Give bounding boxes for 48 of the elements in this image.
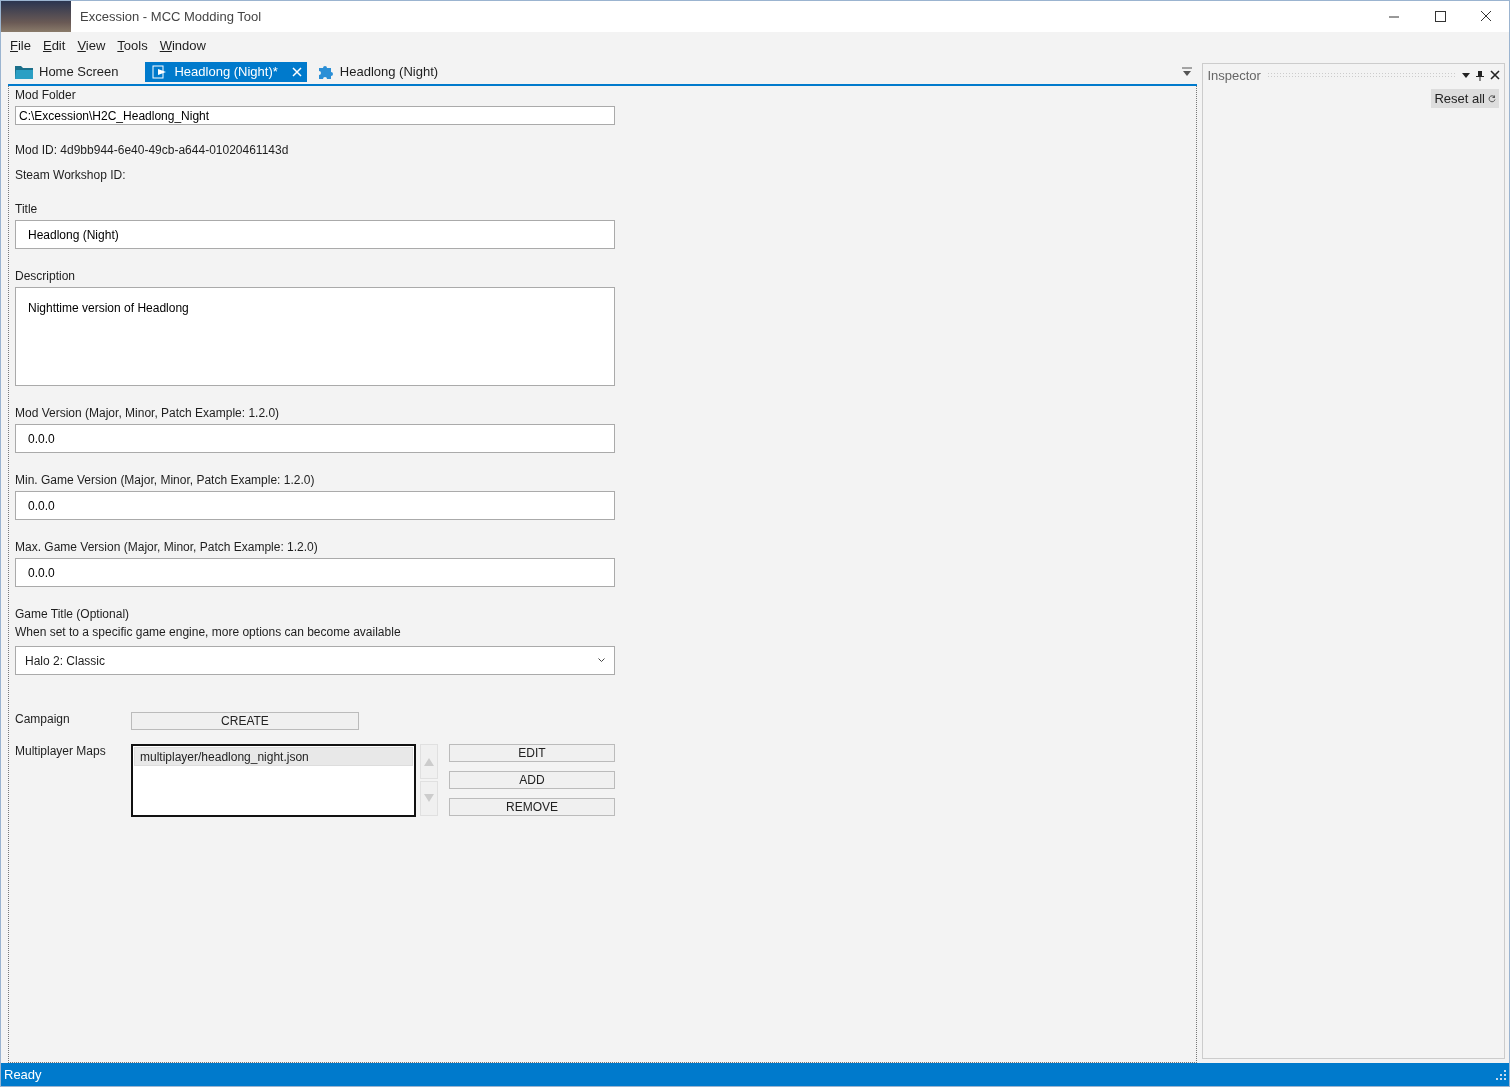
text-field[interactable]: Headlong (Night) [15, 220, 615, 249]
create-button[interactable]: CREATE [131, 712, 359, 730]
menu-item[interactable]: Window [153, 36, 212, 55]
list-action-button[interactable]: ADD [449, 771, 615, 789]
path-field[interactable]: C:\Excession\H2C_Headlong_Night [15, 106, 615, 125]
game-title-dropdown[interactable]: Halo 2: Classic [15, 646, 615, 675]
resize-grip-icon[interactable] [1496, 1069, 1506, 1080]
field-label: Description [15, 269, 77, 283]
document-tab[interactable]: Home Screen [8, 61, 124, 82]
description-field[interactable]: Nighttime version of Headlong [15, 287, 615, 386]
reset-all-button[interactable]: Reset all [1431, 89, 1499, 108]
list-action-button[interactable]: EDIT [449, 744, 615, 762]
status-text: Ready [4, 1067, 42, 1082]
folder-icon [15, 64, 33, 79]
menu-item[interactable]: Edit [36, 36, 72, 55]
close-tab-icon[interactable] [291, 66, 302, 77]
panel-title: Inspector [1207, 67, 1261, 83]
close-icon[interactable] [1490, 70, 1500, 80]
text-field[interactable]: 0.0.0 [15, 558, 615, 587]
list-action-button[interactable]: REMOVE [449, 798, 615, 816]
field-label: Min. Game Version (Major, Minor, Patch Example: 1.2.0) [15, 473, 316, 487]
map-list-item[interactable]: multiplayer/headlong_night.json [134, 747, 413, 766]
map-list[interactable]: multiplayer/headlong_night.json [131, 744, 416, 817]
menu-item[interactable]: Tools [111, 36, 154, 55]
document-tab[interactable]: Headlong (Night)* [145, 61, 307, 82]
field-label: Title [15, 202, 39, 216]
info-text: Steam Workshop ID: [15, 168, 127, 182]
hint-text: When set to a specific game engine, more options can become available [15, 625, 402, 639]
menu-item[interactable]: View [71, 36, 112, 55]
field-label: Mod Version (Major, Minor, Patch Example: 1.2.0) [15, 406, 281, 420]
app-logo-image [1, 1, 71, 32]
reset-icon [1488, 94, 1496, 103]
field-label: Max. Game Version (Major, Minor, Patch Example: 1.2.0) [15, 540, 319, 554]
menu-item[interactable]: File [4, 36, 37, 55]
dropdown-arrow-icon[interactable] [1462, 72, 1470, 78]
chevron-down-icon [598, 658, 605, 663]
text-field[interactable]: 0.0.0 [15, 491, 615, 520]
field-label: Game Title (Optional) [15, 607, 131, 621]
multiplayer-maps-label: Multiplayer Maps [15, 744, 107, 758]
campaign-label: Campaign [15, 712, 71, 726]
window-title: Excession - MCC Modding Tool [80, 9, 263, 24]
text-field[interactable]: 0.0.0 [15, 424, 615, 453]
info-text: Mod ID: 4d9bb944-6e40-49cb-a644-01020461143d [15, 143, 290, 157]
puzzle-icon [317, 63, 334, 80]
document-tab[interactable]: Headlong (Night) [310, 61, 444, 82]
pin-icon[interactable] [1476, 69, 1484, 81]
tab-list-icon[interactable] [1181, 66, 1194, 77]
field-label: Mod Folder [15, 88, 77, 102]
